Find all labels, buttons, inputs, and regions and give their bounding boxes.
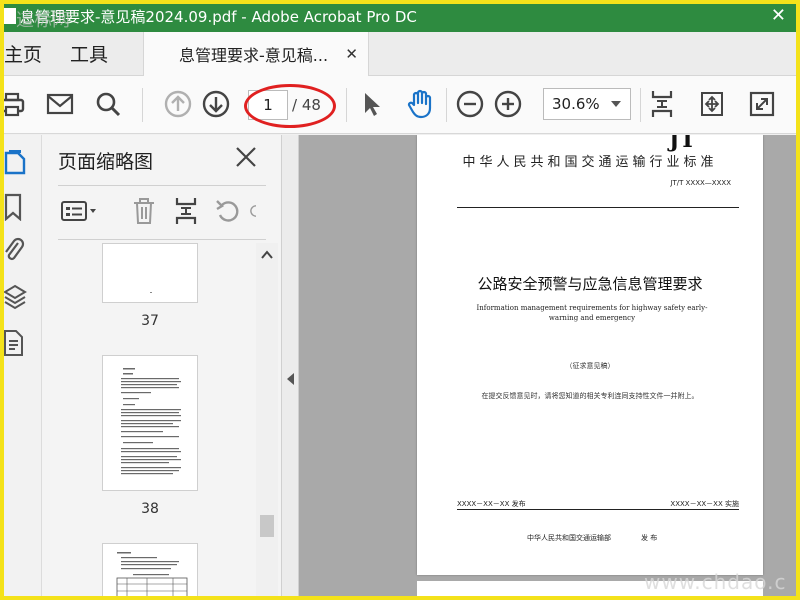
zoom-select[interactable]: 30.6% [543, 88, 631, 120]
publish-word: 发 布 [641, 534, 658, 542]
scrollbar-thumb[interactable] [260, 515, 274, 537]
thumbnail-scrollbar[interactable] [256, 243, 278, 600]
page-up-icon[interactable] [162, 88, 194, 120]
thumbnail-label-37: 37 [141, 313, 159, 329]
chevron-up-icon[interactable] [261, 249, 273, 261]
zoom-value: 30.6% [552, 95, 600, 113]
thumbnail-page-38[interactable] [102, 355, 198, 491]
panel-collapse-strip[interactable] [282, 135, 299, 600]
title-bar: 息管理要求-意见稿2024.09.pdf - Adobe Acrobat Pro… [0, 0, 800, 32]
tab-home[interactable]: 主页 [4, 40, 42, 67]
thumbnail-page-37[interactable] [102, 243, 198, 303]
thumbnail-page-39[interactable] [102, 543, 198, 600]
watermark-bottom-right: www.chdao.c [644, 570, 787, 594]
window-close-button[interactable]: ✕ [771, 5, 786, 26]
main-toolbar [0, 76, 800, 134]
tab-document[interactable]: 息管理要求-意见稿... ✕ [143, 32, 369, 76]
options-menu-icon[interactable] [58, 195, 102, 227]
scroll-mode-icon[interactable] [696, 88, 728, 120]
insert-pages-icon[interactable] [170, 195, 202, 227]
navigation-rail [0, 135, 42, 600]
thumbnail-label-38: 38 [141, 501, 159, 517]
print-icon[interactable] [0, 88, 28, 120]
collapse-arrow-icon[interactable] [287, 373, 294, 385]
search-icon[interactable] [92, 88, 124, 120]
delete-icon[interactable] [128, 195, 160, 227]
page-thumbnails-icon[interactable] [2, 149, 28, 175]
bookmark-icon[interactable] [2, 193, 28, 221]
watermark-top-left: 道标网 [16, 10, 70, 31]
panel-title: 页面缩略图 [58, 151, 154, 173]
tabs-bar: 主页 工具 息管理要求-意见稿... ✕ [0, 32, 800, 76]
patent-note: 在提交反馈意见时，请将您知道的相关专利连同支持性文件一并附上。 [481, 392, 699, 400]
tab-tools[interactable]: 工具 [70, 40, 108, 67]
rotate-right-icon[interactable] [248, 195, 264, 227]
select-cursor-icon[interactable] [356, 88, 388, 120]
english-title: Information management requirements for … [476, 304, 708, 322]
draft-label: （征求意见稿） [565, 362, 615, 370]
panel-close-icon[interactable] [234, 145, 258, 169]
page-thumbnails-panel: 页面缩略图 37 38 [42, 135, 282, 600]
attachment-icon[interactable] [2, 237, 28, 263]
page-header: 中华人民共和国交通运输行业标准 [462, 155, 718, 170]
window-title: 息管理要求-意见稿2024.09.pdf - Adobe Acrobat Pro… [20, 7, 417, 26]
thumbnail-list: 37 38 [42, 243, 256, 600]
email-icon[interactable] [44, 88, 76, 120]
publisher: 中华人民共和国交通运输部 [527, 534, 611, 542]
tab-document-label: 息管理要求-意见稿... [179, 46, 329, 65]
highlight-ellipse [244, 84, 336, 128]
tab-close-button[interactable]: ✕ [345, 45, 358, 63]
document-properties-icon[interactable] [2, 329, 28, 356]
fit-page-icon[interactable] [646, 88, 678, 120]
implement-date: XXXX－XX－XX 实施 [670, 500, 739, 508]
full-screen-icon[interactable] [746, 88, 778, 120]
document-page: JT 中华人民共和国交通运输行业标准 JT/T XXXX—XXXX 公路安全预警… [417, 135, 763, 575]
rotate-left-icon[interactable] [212, 195, 244, 227]
document-icon [4, 8, 16, 24]
document-title: 公路安全预警与应急信息管理要求 [477, 275, 703, 293]
zoom-in-icon[interactable] [492, 88, 524, 120]
zoom-out-icon[interactable] [454, 88, 486, 120]
hand-icon[interactable] [404, 88, 436, 120]
layers-icon[interactable] [2, 283, 28, 310]
document-view[interactable]: JT 中华人民共和国交通运输行业标准 JT/T XXXX—XXXX 公路安全预警… [299, 135, 800, 600]
chevron-down-icon [611, 101, 621, 107]
page-down-icon[interactable] [200, 88, 232, 120]
release-date: XXXX－XX－XX 发布 [457, 500, 526, 508]
standard-code: JT/T XXXX—XXXX [670, 179, 731, 187]
